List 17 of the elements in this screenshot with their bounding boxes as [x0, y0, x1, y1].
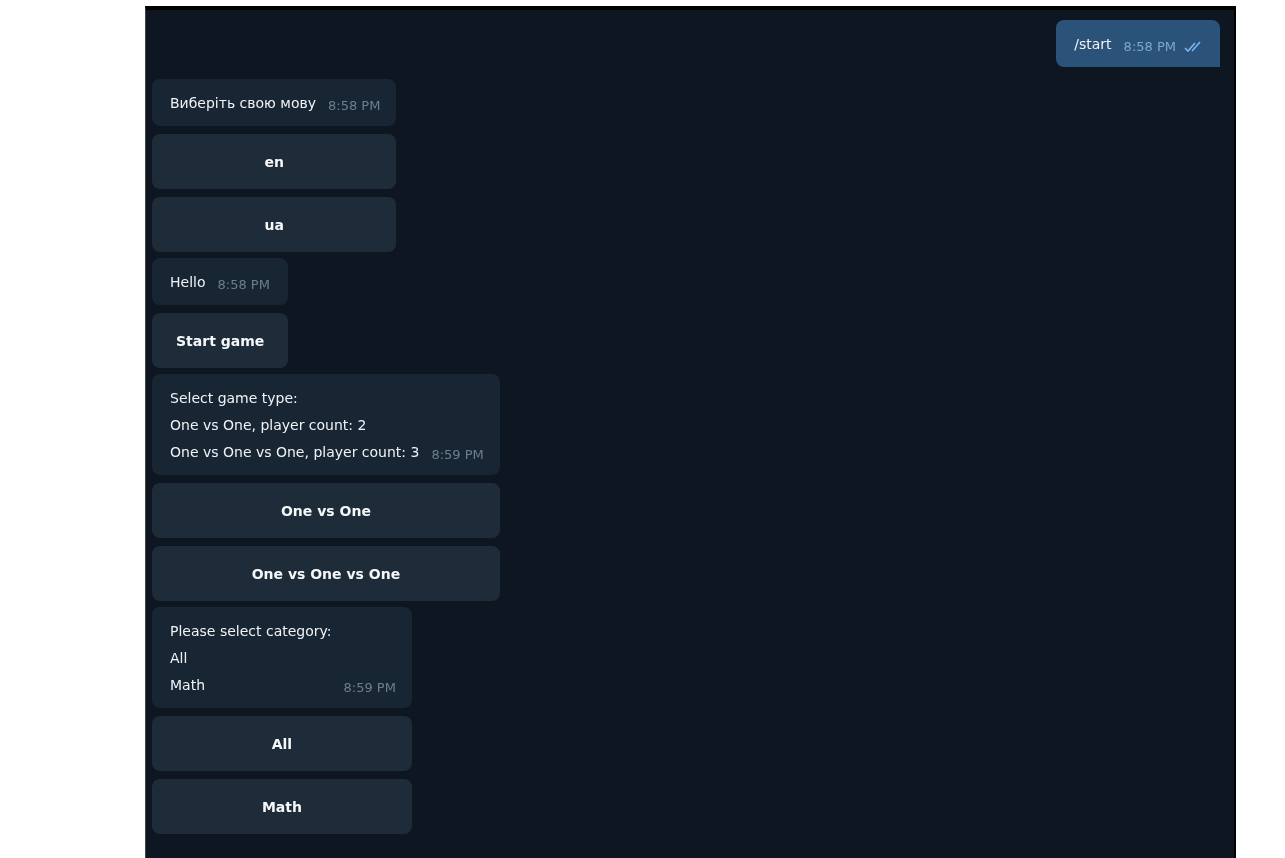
- message-text: Please select category: All Math: [170, 622, 332, 695]
- keyboard-button[interactable]: All: [152, 716, 412, 771]
- keyboard-button[interactable]: ua: [152, 197, 397, 252]
- keyboard-button[interactable]: Math: [152, 779, 412, 834]
- message-text: Виберіть свою мову: [170, 94, 316, 113]
- keyboard-button[interactable]: One vs One vs One: [152, 546, 500, 601]
- message-text: Hello: [170, 273, 206, 292]
- message-time: 8:59 PM: [431, 446, 484, 464]
- message-text: Select game type: One vs One, player count: 2 One vs One vs One, player count: 3: [170, 389, 420, 462]
- keyboard-button[interactable]: Start game: [152, 313, 289, 368]
- keyboard-button[interactable]: One vs One: [152, 483, 500, 538]
- keyboard-button[interactable]: en: [152, 134, 397, 189]
- message-time: 8:58 PM: [328, 97, 381, 115]
- message-time: 8:59 PM: [343, 679, 396, 697]
- message-text: /start: [1074, 35, 1112, 54]
- message-time: 8:58 PM: [1123, 38, 1176, 56]
- message-time: 8:58 PM: [217, 276, 270, 294]
